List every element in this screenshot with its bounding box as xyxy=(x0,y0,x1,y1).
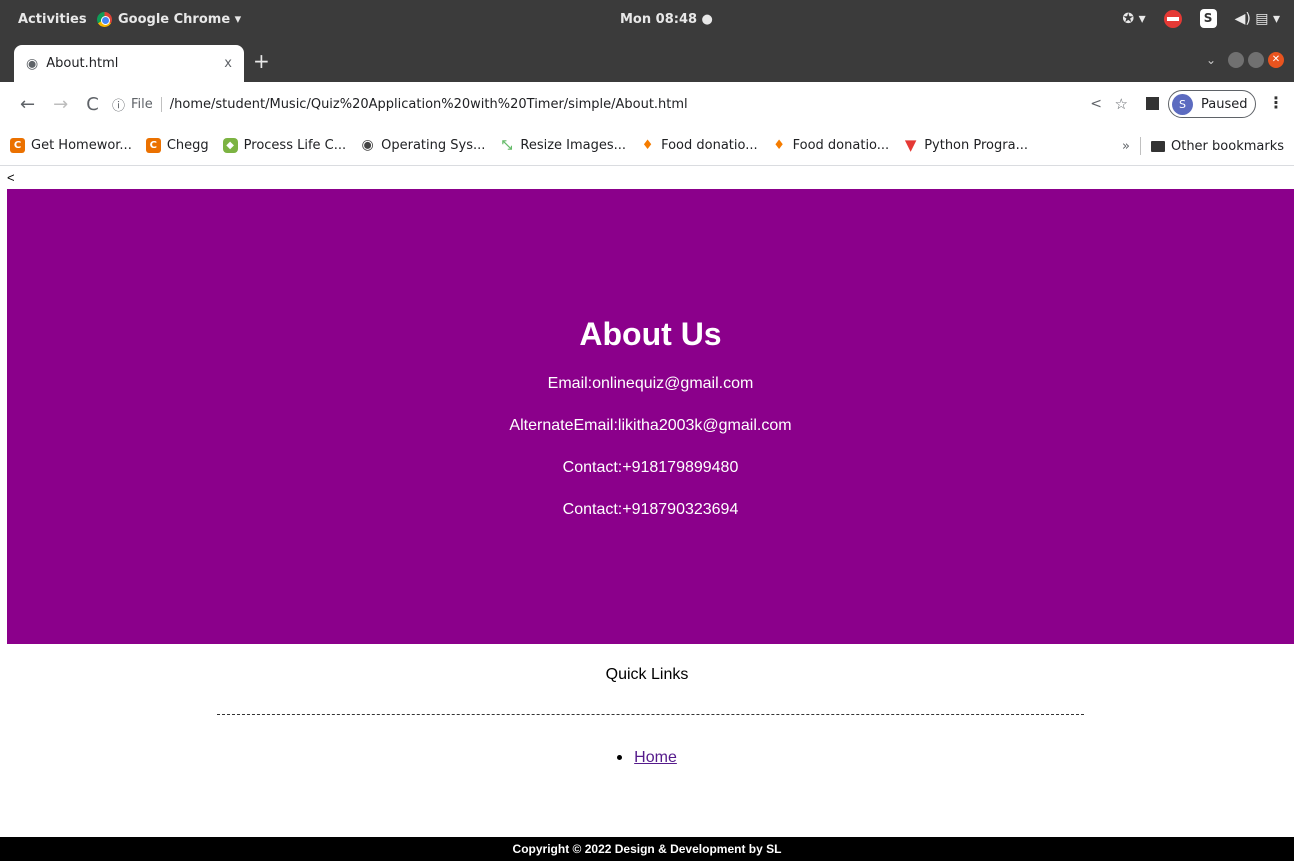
dashed-divider xyxy=(217,714,1084,715)
tab-about[interactable]: ◉ About.html x xyxy=(14,45,244,82)
os-top-bar: Activities Google Chrome ▾ Mon 08:48 ● ✪… xyxy=(0,0,1294,40)
address-bar[interactable]: ⓘ File /home/student/Music/Quiz%20Applic… xyxy=(112,88,1132,120)
quick-links-title: Quick Links xyxy=(605,666,689,683)
bookmark-label: Get Homewor... xyxy=(31,138,132,153)
bookmark-item[interactable]: ♦ Food donatio... xyxy=(640,138,758,153)
app-menu[interactable]: Google Chrome ▾ xyxy=(97,12,241,27)
bookmark-label: Resize Images... xyxy=(520,138,627,153)
chrome-icon xyxy=(97,12,112,27)
maximize-button[interactable] xyxy=(1248,52,1264,68)
bookmarks-right: » Other bookmarks xyxy=(1122,137,1284,155)
alternate-email-line: AlternateEmail:likitha2003k@gmail.com xyxy=(509,417,792,434)
system-tray: ✪ ▾ S ◀) ▤ ▾ xyxy=(1122,9,1280,28)
email-line: Email:onlinequiz@gmail.com xyxy=(547,375,754,392)
quick-links-list: Home xyxy=(0,749,1294,767)
globe-icon: ◉ xyxy=(361,137,374,153)
star-icon[interactable]: ☆ xyxy=(1115,95,1128,113)
reload-icon[interactable]: C xyxy=(86,94,99,115)
back-icon[interactable]: ← xyxy=(20,94,35,115)
bookmark-item[interactable]: C Chegg xyxy=(145,138,209,153)
activities-button[interactable]: Activities xyxy=(18,12,87,27)
globe-icon: ◉ xyxy=(26,55,39,72)
v-icon: ▼ xyxy=(904,136,917,154)
nav-buttons: ← → C xyxy=(20,94,99,115)
contact-line: Contact:+918179899480 xyxy=(562,459,739,476)
bookmark-item[interactable]: ◆ Process Life C... xyxy=(222,138,347,153)
chegg-icon: C xyxy=(10,138,25,153)
page-content: < About Us Email:onlinequiz@gmail.com Al… xyxy=(0,166,1294,861)
side-panel-icon[interactable] xyxy=(1146,97,1159,110)
skype-icon[interactable]: S xyxy=(1199,9,1217,28)
tab-search-icon[interactable]: ⌄ xyxy=(1206,53,1216,67)
kebab-menu-icon[interactable]: ⋮ xyxy=(1268,93,1284,112)
new-tab-button[interactable]: + xyxy=(253,49,270,73)
bookmarks-overflow-button[interactable]: » xyxy=(1122,139,1130,154)
share-icon[interactable]: < xyxy=(1090,96,1102,112)
chegg-icon: C xyxy=(145,138,161,153)
bookmark-label: Chegg xyxy=(166,138,209,153)
bookmark-label: Process Life C... xyxy=(243,138,347,153)
folder-icon xyxy=(1150,140,1165,152)
bookmark-label: Python Progra... xyxy=(924,138,1028,153)
info-icon[interactable]: ⓘ xyxy=(112,95,125,114)
divider xyxy=(1139,137,1141,155)
tab-title: About.html xyxy=(46,56,119,71)
hexagon-icon: ◆ xyxy=(222,138,238,153)
bookmark-item[interactable]: ⤡ Resize Images... xyxy=(499,138,626,153)
bookmark-label: Operating Sys... xyxy=(381,138,486,153)
no-entry-icon[interactable] xyxy=(1163,9,1182,28)
bookmark-item[interactable]: ▼ Python Progra... xyxy=(903,136,1028,154)
bookmark-item[interactable]: ◉ Operating Sys... xyxy=(360,137,486,154)
volume-icon[interactable]: ◀) ▤ ▾ xyxy=(1235,11,1280,27)
bookmark-item[interactable]: C Get Homewor... xyxy=(10,138,132,153)
profile-button[interactable]: S Paused xyxy=(1168,90,1256,118)
bullet xyxy=(617,755,623,761)
other-bookmarks-label: Other bookmarks xyxy=(1170,138,1284,154)
url-text[interactable]: /home/student/Music/Quiz%20Application%2… xyxy=(170,97,688,112)
footer: Copyright © 2022 Design & Development by… xyxy=(0,837,1294,861)
window-controls: ⌄ ✕ xyxy=(1206,52,1284,68)
other-bookmarks[interactable]: Other bookmarks xyxy=(1150,138,1284,154)
minimize-button[interactable] xyxy=(1228,52,1244,68)
browser-toolbar: ← → C ⓘ File /home/student/Music/Quiz%20… xyxy=(0,82,1294,126)
contact-line: Contact:+918790323694 xyxy=(562,501,739,518)
avatar: S xyxy=(1172,93,1193,115)
forward-icon[interactable]: → xyxy=(53,94,68,115)
bookmark-item[interactable]: ♦ Food donatio... xyxy=(772,138,890,153)
app-name: Google Chrome ▾ xyxy=(118,12,242,27)
food-icon: ♦ xyxy=(641,138,654,153)
about-title: About Us xyxy=(579,316,722,352)
url-scheme: File xyxy=(131,96,162,112)
window-close-button[interactable]: ✕ xyxy=(1268,52,1284,68)
tab-strip: ◉ About.html x + ⌄ ✕ xyxy=(0,40,1294,82)
close-icon[interactable]: x xyxy=(224,56,232,71)
accessibility-icon[interactable]: ✪ ▾ xyxy=(1122,11,1145,27)
bookmark-label: Food donatio... xyxy=(792,138,890,153)
clock[interactable]: Mon 08:48 ● xyxy=(620,12,713,27)
bookmarks-bar: C Get Homewor... C Chegg ◆ Process Life C..… xyxy=(0,126,1294,166)
food-icon: ♦ xyxy=(773,138,785,153)
profile-status: Paused xyxy=(1201,96,1248,112)
bookmark-label: Food donatio... xyxy=(661,138,758,153)
about-section: About Us Email:onlinequiz@gmail.com Alte… xyxy=(7,189,1294,644)
resize-icon: ⤡ xyxy=(501,138,513,153)
stray-text: < xyxy=(7,170,15,185)
home-link[interactable]: Home xyxy=(634,749,677,766)
